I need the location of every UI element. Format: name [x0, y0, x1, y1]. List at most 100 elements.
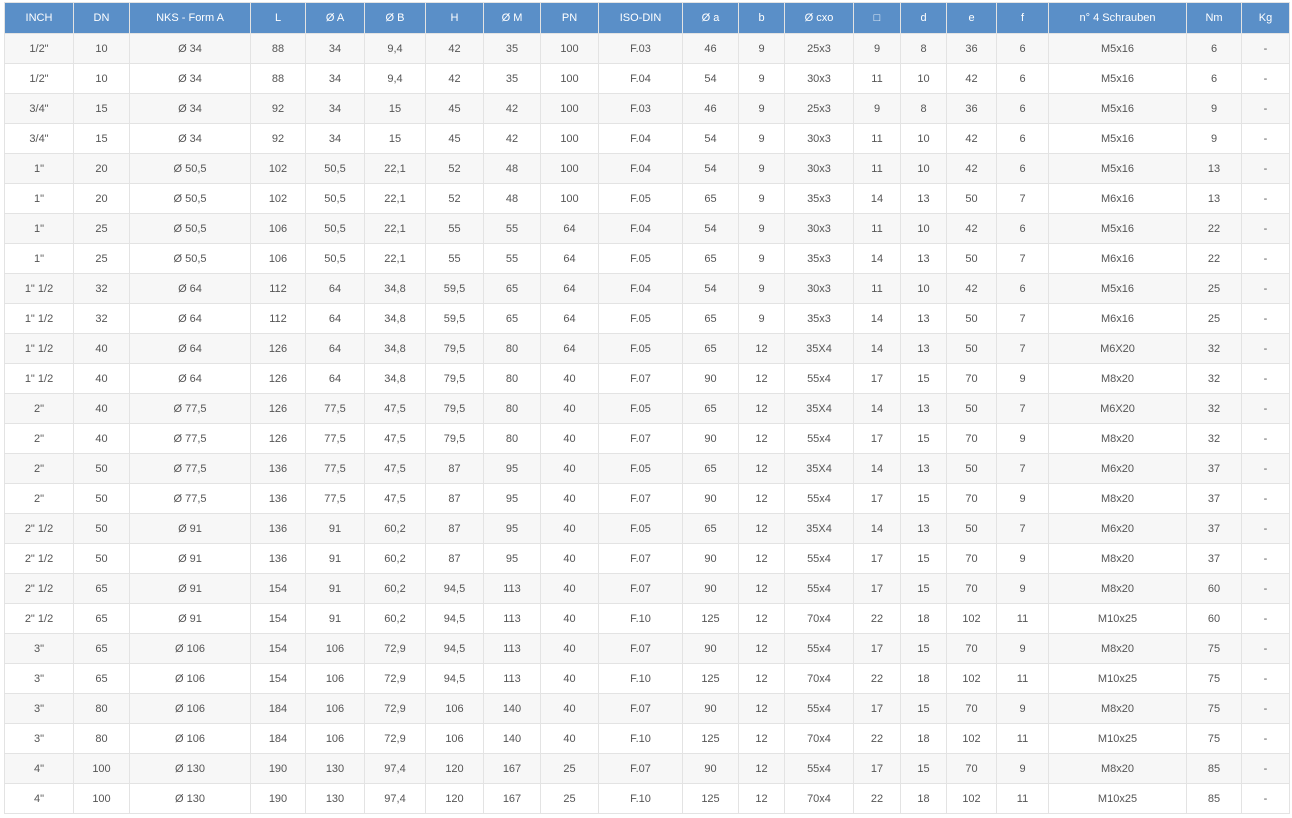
table-container: INCH DN NKS - Form ALØ AØ BHØ M PN ISO-DIN Ø …: [4, 2, 1290, 814]
table-cell: 130: [305, 753, 365, 784]
table-cell: 52: [425, 183, 484, 214]
table-cell: F.05: [598, 453, 683, 484]
table-cell: Ø 64: [129, 303, 251, 334]
table-cell: 50: [946, 303, 997, 334]
table-cell: 50: [73, 453, 130, 484]
table-cell: 126: [250, 363, 306, 394]
table-cell: 37: [1186, 483, 1242, 514]
table-cell: -: [1241, 273, 1290, 304]
table-cell: 40: [73, 363, 130, 394]
table-cell: 42: [946, 273, 997, 304]
column-header: e: [946, 2, 997, 34]
table-cell: 80: [483, 363, 541, 394]
table-cell: 9: [996, 483, 1049, 514]
table-cell: 70x4: [784, 663, 854, 694]
table-cell: F.05: [598, 303, 683, 334]
table-cell: -: [1241, 33, 1290, 64]
table-cell: 40: [540, 633, 599, 664]
table-cell: -: [1241, 483, 1290, 514]
table-cell: 9: [996, 693, 1049, 724]
table-cell: 8: [900, 93, 947, 124]
table-cell: 90: [682, 753, 739, 784]
table-cell: 35: [483, 33, 541, 64]
table-cell: M6X20: [1048, 333, 1187, 364]
table-cell: 90: [682, 363, 739, 394]
table-cell: Ø 50,5: [129, 213, 251, 244]
table-row: 1" 20 Ø 50,5 102 50,5 22,1 52 48 100 F.05 65 9 35x3 1…: [4, 183, 1290, 214]
table-cell: M5x16: [1048, 273, 1187, 304]
table-cell: M8x20: [1048, 693, 1187, 724]
table-cell: 17: [853, 543, 901, 574]
table-cell: 7: [996, 243, 1049, 274]
table-row: 4" 100 Ø 130 190 130 97,4 120 167 25 F.10 125 12 70x…: [4, 783, 1290, 814]
table-cell: Ø 64: [129, 333, 251, 364]
table-cell: 60,2: [364, 603, 426, 634]
table-cell: 65: [483, 273, 541, 304]
table-cell: 13: [900, 513, 947, 544]
table-cell: 90: [682, 693, 739, 724]
table-cell: 47,5: [364, 423, 426, 454]
table-cell: 79,5: [425, 363, 484, 394]
table-cell: 40: [540, 573, 599, 604]
table-cell: 50: [946, 243, 997, 274]
table-cell: 125: [682, 603, 739, 634]
table-cell: 50,5: [305, 153, 365, 184]
table-cell: Ø 50,5: [129, 183, 251, 214]
table-cell: F.04: [598, 123, 683, 154]
table-cell: M5x16: [1048, 63, 1187, 94]
table-cell: 79,5: [425, 423, 484, 454]
column-header: Nm: [1186, 2, 1242, 34]
table-cell: 36: [946, 33, 997, 64]
table-cell: 46: [682, 33, 739, 64]
table-cell: 77,5: [305, 453, 365, 484]
table-cell: 72,9: [364, 693, 426, 724]
table-cell: 136: [250, 543, 306, 574]
table-cell: 17: [853, 363, 901, 394]
table-cell: 87: [425, 513, 484, 544]
table-cell: M6x20: [1048, 513, 1187, 544]
table-cell: 50: [946, 453, 997, 484]
table-cell: 65: [682, 393, 739, 424]
table-row: 1" 1/2 40 Ø 64 126 64 34,8 79,5 80 64 F.05 65 12 35X…: [4, 333, 1290, 364]
table-cell: 47,5: [364, 393, 426, 424]
table-cell: F.07: [598, 693, 683, 724]
table-cell: M6X20: [1048, 393, 1187, 424]
table-row: 2" 40 Ø 77,5 126 77,5 47,5 79,5 80 40 F.07 90 12 55x…: [4, 423, 1290, 454]
table-cell: 77,5: [305, 393, 365, 424]
table-cell: 65: [73, 633, 130, 664]
table-cell: 3": [4, 663, 74, 694]
table-cell: 22: [1186, 213, 1242, 244]
table-cell: 11: [853, 153, 901, 184]
table-cell: 40: [540, 603, 599, 634]
table-cell: 10: [73, 63, 130, 94]
table-cell: 13: [1186, 153, 1242, 184]
table-row: 3" 65 Ø 106 154 106 72,9 94,5 113 40 F.10 125 12 70x…: [4, 663, 1290, 694]
table-cell: 15: [900, 483, 947, 514]
table-cell: 55x4: [784, 633, 854, 664]
table-cell: 77,5: [305, 483, 365, 514]
table-cell: 55: [483, 213, 541, 244]
table-cell: -: [1241, 573, 1290, 604]
table-cell: 100: [540, 33, 599, 64]
table-cell: 37: [1186, 543, 1242, 574]
table-cell: 35X4: [784, 333, 854, 364]
table-cell: -: [1241, 753, 1290, 784]
table-cell: 113: [483, 663, 541, 694]
table-cell: 106: [250, 213, 306, 244]
table-cell: 65: [682, 243, 739, 274]
table-cell: 40: [540, 483, 599, 514]
table-cell: 60: [1186, 603, 1242, 634]
table-cell: 7: [996, 453, 1049, 484]
table-cell: 9: [738, 93, 785, 124]
table-cell: 79,5: [425, 333, 484, 364]
table-cell: 40: [73, 423, 130, 454]
table-cell: 88: [250, 63, 306, 94]
table-cell: 25x3: [784, 93, 854, 124]
table-cell: 102: [946, 783, 997, 814]
table-cell: -: [1241, 213, 1290, 244]
table-cell: 13: [900, 183, 947, 214]
table-cell: 34: [305, 33, 365, 64]
table-cell: 18: [900, 603, 947, 634]
table-cell: F.05: [598, 513, 683, 544]
table-cell: 11: [996, 783, 1049, 814]
